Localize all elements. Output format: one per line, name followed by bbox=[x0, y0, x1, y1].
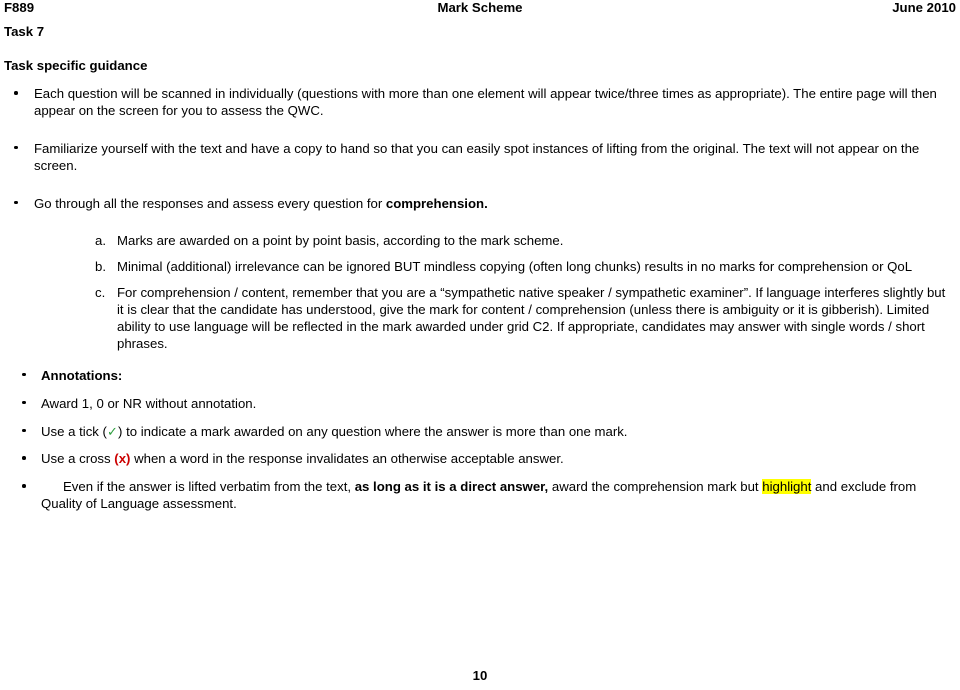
list-item: Annotations: bbox=[0, 368, 960, 385]
highlighted-word: highlight bbox=[762, 479, 812, 495]
guidance-content: Each question will be scanned in individ… bbox=[0, 86, 960, 522]
cross-lead-text: Use a cross bbox=[41, 451, 115, 467]
list-item: Use a cross (x) when a word in the respo… bbox=[0, 451, 960, 468]
list-item: c. For comprehension / content, remember… bbox=[0, 285, 960, 353]
verbatim-mid-text: award the comprehension mark but bbox=[548, 479, 763, 495]
bullet-dot-icon bbox=[14, 145, 18, 150]
cross-trail-text: when a word in the response invalidates … bbox=[130, 451, 564, 467]
tick-trail-text: ) to indicate a mark awarded on any ques… bbox=[118, 423, 628, 439]
list-item-text: Use a tick (✓) to indicate a mark awarde… bbox=[41, 424, 627, 439]
list-item: b. Minimal (additional) irrelevance can … bbox=[0, 259, 960, 276]
list-marker-c: c. bbox=[95, 285, 106, 301]
comprehension-lead-text: Go through all the responses and assess … bbox=[34, 195, 386, 211]
list-item: Each question will be scanned in individ… bbox=[0, 86, 960, 120]
list-item-text: Familiarize yourself with the text and h… bbox=[34, 140, 920, 173]
list-item-text: Even if the answer is lifted verbatim fr… bbox=[41, 479, 916, 511]
list-item-text: Marks are awarded on a point by point ba… bbox=[117, 233, 564, 249]
list-item: Even if the answer is lifted verbatim fr… bbox=[0, 479, 960, 513]
list-item: Use a tick (✓) to indicate a mark awarde… bbox=[0, 424, 960, 441]
list-item-text: Award 1, 0 or NR without annotation. bbox=[41, 395, 257, 411]
section-title: Task specific guidance bbox=[4, 58, 148, 73]
page-header: F889 Mark Scheme June 2010 bbox=[4, 0, 956, 18]
annotations-heading: Annotations: bbox=[41, 367, 123, 383]
list-item-text: Use a cross (x) when a word in the respo… bbox=[41, 451, 564, 466]
header-session-date: June 2010 bbox=[892, 0, 956, 15]
list-item-text: Each question will be scanned in individ… bbox=[34, 86, 937, 118]
bullet-dot-icon bbox=[22, 456, 26, 461]
list-item: a. Marks are awarded on a point by point… bbox=[0, 233, 960, 250]
list-marker-b: b. bbox=[95, 259, 106, 275]
tick-lead-text: Use a tick ( bbox=[41, 423, 107, 439]
verbatim-lead-text: Even if the answer is lifted verbatim fr… bbox=[63, 479, 355, 495]
page-number: 10 bbox=[472, 668, 488, 683]
list-marker-a: a. bbox=[95, 233, 106, 249]
direct-answer-emphasis: as long as it is a direct answer, bbox=[354, 479, 549, 495]
bullet-dot-icon bbox=[22, 428, 26, 433]
list-item: Go through all the responses and assess … bbox=[0, 196, 960, 213]
cross-mark-icon: (x) bbox=[114, 451, 131, 467]
bullet-dot-icon bbox=[22, 400, 26, 405]
bullet-dot-icon bbox=[22, 372, 26, 377]
check-mark-icon: ✓ bbox=[106, 423, 119, 439]
lettered-sublist: a. Marks are awarded on a point by point… bbox=[0, 233, 960, 352]
task-label: Task 7 bbox=[4, 24, 45, 39]
bullet-dot-icon bbox=[14, 200, 18, 205]
list-item-text: For comprehension / content, remember th… bbox=[117, 285, 946, 351]
bullet-dot-icon bbox=[14, 91, 18, 95]
bullet-dot-icon bbox=[22, 484, 26, 488]
list-item: Award 1, 0 or NR without annotation. bbox=[0, 396, 960, 413]
list-item: Familiarize yourself with the text and h… bbox=[0, 141, 960, 175]
list-item-text: Minimal (additional) irrelevance can be … bbox=[117, 259, 913, 275]
comprehension-emphasis: comprehension. bbox=[385, 195, 488, 211]
header-title: Mark Scheme bbox=[437, 0, 523, 15]
list-item-text: Go through all the responses and assess … bbox=[34, 196, 488, 211]
